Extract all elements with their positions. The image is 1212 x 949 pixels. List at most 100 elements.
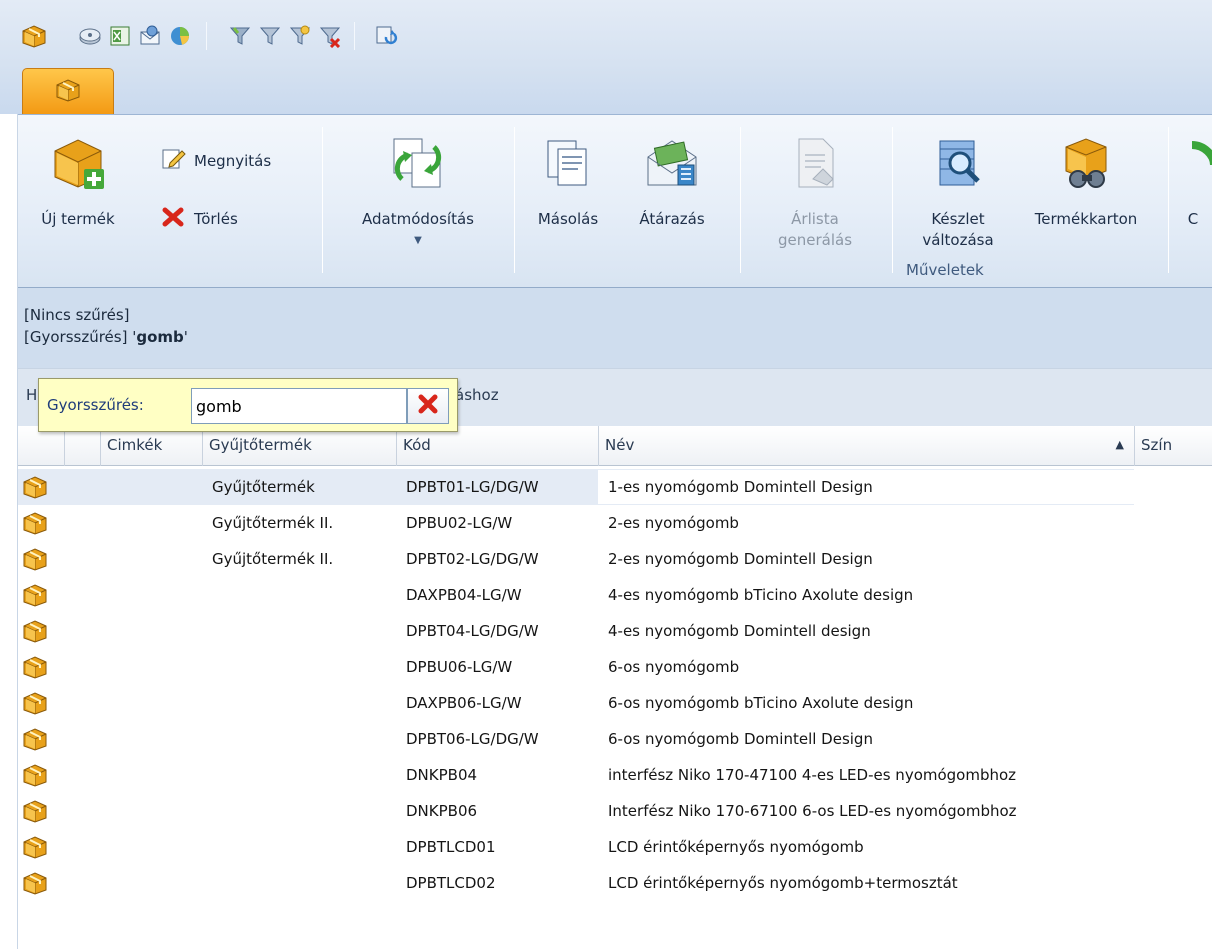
- cell-code: DPBTLCD01: [406, 838, 496, 856]
- box-tab-icon: [55, 78, 81, 106]
- copy-button[interactable]: Másolás: [518, 135, 618, 230]
- filter-icon[interactable]: [256, 22, 284, 50]
- pricelist-generate-button[interactable]: Árlista generálás: [760, 135, 870, 251]
- edit-icon: [160, 147, 186, 175]
- cell-name: 4-es nyomógomb bTicino Axolute design: [608, 586, 914, 604]
- column-header-indicator[interactable]: [64, 426, 100, 466]
- cell-name: 2-es nyomógomb Domintell Design: [608, 550, 873, 568]
- cell-group-product: [206, 757, 212, 793]
- app-menu-tab[interactable]: [22, 68, 114, 114]
- ribbon-separator: [740, 127, 741, 273]
- box-app-icon[interactable]: [20, 22, 48, 50]
- magnifier-database-icon: [908, 135, 1008, 197]
- clear-filter-button[interactable]: [407, 388, 449, 424]
- pricelist-document-icon: [760, 135, 870, 197]
- close-icon: [416, 392, 440, 420]
- cd-icon[interactable]: [76, 22, 104, 50]
- table-row[interactable]: Gyűjtőtermék II. DPBT02-LG/DG/W 2-es nyomó…: [18, 541, 1212, 577]
- refresh-icon[interactable]: [372, 22, 400, 50]
- stock-label-line1: Készlet: [931, 210, 985, 228]
- ribbon-group-label: Műveletek: [906, 261, 984, 279]
- cell-name: Interfész Niko 170-67100 6-os LED-es nyo…: [608, 802, 1017, 820]
- open-button[interactable]: Megnyitás: [160, 147, 271, 175]
- cell-group-product: [206, 613, 212, 649]
- cell-name: LCD érintőképernyős nyomógomb: [608, 838, 864, 856]
- delete-button[interactable]: Törlés: [160, 205, 238, 233]
- cell-group-product: [206, 829, 212, 865]
- cell-code: DAXPB06-LG/W: [406, 694, 522, 712]
- table-row[interactable]: DPBU06-LG/W 6-os nyomógomb: [18, 649, 1212, 685]
- filter-icon[interactable]: [226, 22, 254, 50]
- product-box-icon: [22, 727, 48, 751]
- table-row[interactable]: Gyűjtőtermék DPBT01-LG/DG/W 1-es nyomógomb…: [18, 469, 1212, 505]
- product-box-icon: [22, 655, 48, 679]
- cell-code: DPBU02-LG/W: [406, 514, 513, 532]
- reprice-button[interactable]: Átárazás: [622, 135, 722, 230]
- pricelist-label-line2: generálás: [777, 231, 853, 249]
- table-row[interactable]: DPBT06-LG/DG/W 6-os nyomógomb Domintell D…: [18, 721, 1212, 757]
- delete-label: Törlés: [194, 210, 238, 228]
- product-box-icon: [22, 475, 48, 499]
- cell-code: DNKPB04: [406, 766, 478, 784]
- cell-name: 4-es nyomógomb Domintell design: [608, 622, 871, 640]
- window-left-edge: [0, 0, 18, 949]
- quick-filter-popup: Gyorsszűrés:: [38, 378, 458, 432]
- cell-code: DAXPB04-LG/W: [406, 586, 522, 604]
- stock-change-button[interactable]: Készlet változása: [908, 135, 1008, 251]
- column-header-name[interactable]: Név ▲: [598, 426, 1134, 466]
- column-header-color[interactable]: Szín: [1134, 426, 1212, 466]
- cell-code: DPBT01-LG/DG/W: [406, 478, 539, 496]
- grid-header: Cimkék Gyűjtőtermék Kód Név ▲ Szín: [18, 426, 1212, 466]
- table-row[interactable]: DNKPB04 interfész Niko 170-47100 4-es LED…: [18, 757, 1212, 793]
- ribbon-panel: Új termék Megnyitás Törlés Adatmódosítás…: [18, 114, 1212, 288]
- cell-group-product: [206, 577, 212, 613]
- filter-icon[interactable]: [286, 22, 314, 50]
- quick-filter-term: gomb: [136, 328, 184, 346]
- cut-off-button[interactable]: C: [1174, 135, 1212, 230]
- quick-filter-input[interactable]: [191, 388, 407, 424]
- delete-x-icon: [160, 205, 186, 233]
- excel-icon[interactable]: [106, 22, 134, 50]
- modify-label: Adatmódosítás: [362, 210, 474, 228]
- product-card-label: Termékkarton: [1034, 210, 1138, 228]
- product-box-icon: [22, 511, 48, 535]
- column-header-tags[interactable]: Cimkék: [100, 426, 202, 466]
- ribbon-separator: [1168, 127, 1169, 273]
- table-row[interactable]: DAXPB04-LG/W 4-es nyomógomb bTicino Axolu…: [18, 577, 1212, 613]
- cut-off-label: C: [1187, 210, 1199, 228]
- cell-name: 6-os nyomógomb bTicino Axolute design: [608, 694, 914, 712]
- cell-group-product: [206, 865, 212, 901]
- product-box-icon: [22, 619, 48, 643]
- table-row[interactable]: DPBTLCD02 LCD érintőképernyős nyomógomb+t…: [18, 865, 1212, 901]
- product-box-icon: [22, 835, 48, 859]
- column-header-group-product[interactable]: Gyűjtőtermék: [202, 426, 396, 466]
- copy-label: Másolás: [537, 210, 599, 228]
- cell-code: DPBU06-LG/W: [406, 658, 513, 676]
- table-row[interactable]: DPBTLCD01 LCD érintőképernyős nyomógomb: [18, 829, 1212, 865]
- cell-name: 6-os nyomógomb Domintell Design: [608, 730, 873, 748]
- cell-code: DPBT04-LG/DG/W: [406, 622, 539, 640]
- product-box-icon: [22, 763, 48, 787]
- cell-group-product: Gyűjtőtermék II.: [212, 514, 334, 532]
- cell-group-product: Gyűjtőtermék: [212, 478, 315, 496]
- modify-button[interactable]: Adatmódosítás ▼: [334, 135, 502, 251]
- open-label: Megnyitás: [194, 152, 272, 170]
- cell-name: interfész Niko 170-47100 4-es LED-es nyo…: [608, 766, 1017, 784]
- column-header-code[interactable]: Kód: [396, 426, 598, 466]
- table-row[interactable]: DPBT04-LG/DG/W 4-es nyomógomb Domintell d…: [18, 613, 1212, 649]
- filter-clear-icon[interactable]: [316, 22, 344, 50]
- new-product-button[interactable]: Új termék: [30, 135, 126, 230]
- dropdown-arrow-icon: ▼: [414, 235, 422, 246]
- table-row[interactable]: Gyűjtőtermék II. DPBU02-LG/W 2-es nyomógom…: [18, 505, 1212, 541]
- mail-icon[interactable]: [136, 22, 164, 50]
- chart-icon[interactable]: [166, 22, 194, 50]
- cell-code: DPBT02-LG/DG/W: [406, 550, 539, 568]
- modify-documents-icon: [334, 135, 502, 197]
- ribbon-separator: [322, 127, 323, 273]
- table-row[interactable]: DNKPB06 Interfész Niko 170-67100 6-os LED…: [18, 793, 1212, 829]
- pricelist-label-line1: Árlista: [791, 210, 839, 228]
- cell-code: DPBT06-LG/DG/W: [406, 730, 539, 748]
- product-card-button[interactable]: Termékkarton: [1020, 135, 1152, 230]
- table-row[interactable]: DAXPB06-LG/W 6-os nyomógomb bTicino Axolu…: [18, 685, 1212, 721]
- cell-group-product: [206, 685, 212, 721]
